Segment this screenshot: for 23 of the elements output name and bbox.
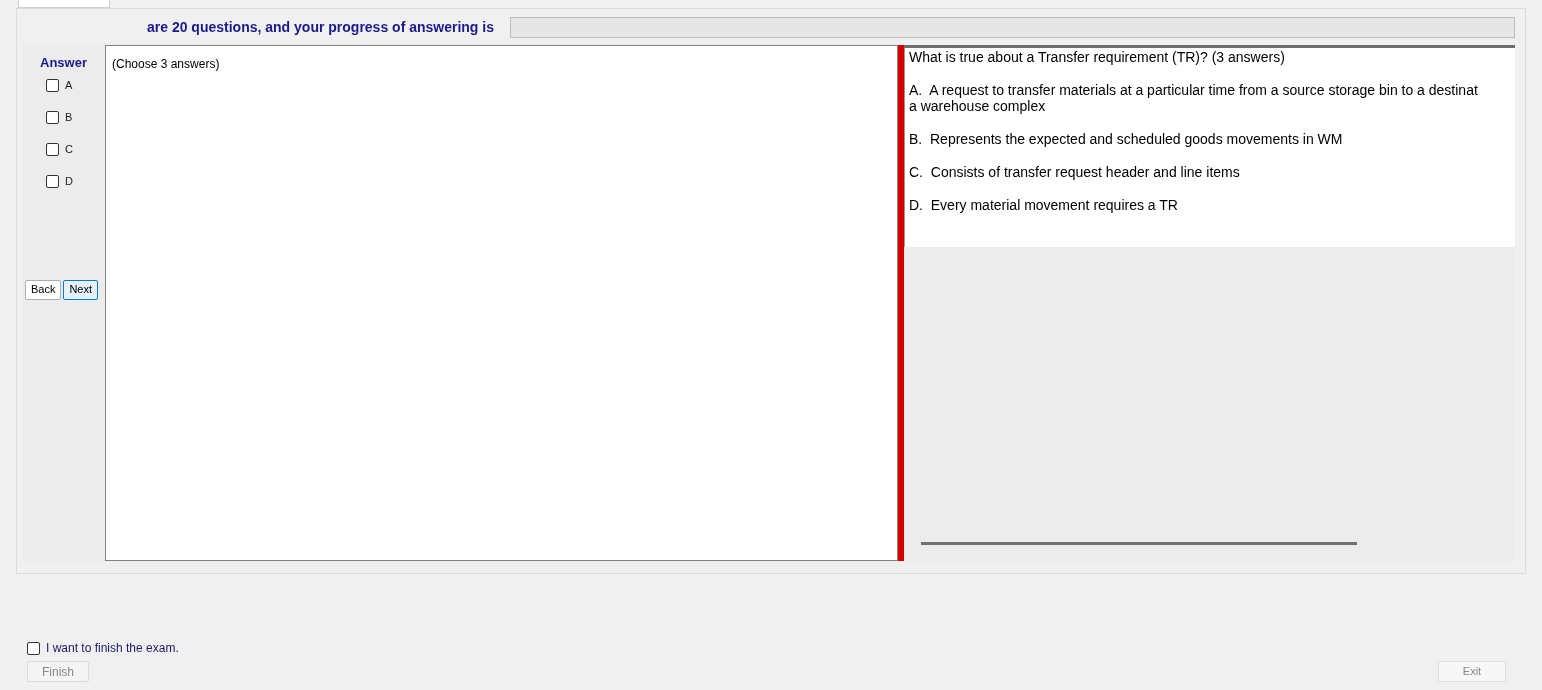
nav-button[interactable]: Next [63,279,99,300]
instruction-text: (Choose 3 answers) [112,57,220,71]
choice-text: D. Every material movement requires a TR [909,197,1179,213]
choice-text: C. Consists of transfer request header and line items [909,164,1241,180]
choice-text: B. Represents the expected and scheduled goods movements in WM [909,131,1344,147]
notes-area[interactable]: (Choose 3 answers) [105,45,898,561]
answer-heading: Answer [40,54,87,72]
answer-checkbox[interactable] [46,111,59,124]
question-text: What is true about a Transfer requirement (TR)? (3 answers) [909,49,1286,65]
answer-checkbox[interactable] [46,175,59,188]
scrollbar-thumb[interactable] [921,541,1357,545]
choice-text: A. A request to transfer materials at a particular time from a source storage bin to a destinat [909,82,1479,98]
option-label: A [65,78,73,94]
answer-checkbox[interactable] [46,79,59,92]
answer-checkbox[interactable] [46,143,59,156]
nav-button[interactable]: Back [24,279,62,300]
finish-label: I want to finish the exam. [46,640,179,657]
progress-label: are 20 questions, and your progress of answering is [147,17,494,37]
choice-text: a warehouse complex [909,98,1047,114]
option-label: B [65,110,73,126]
option-label: C [65,142,73,158]
finish-checkbox[interactable] [27,641,40,655]
option-label: D [65,174,73,190]
